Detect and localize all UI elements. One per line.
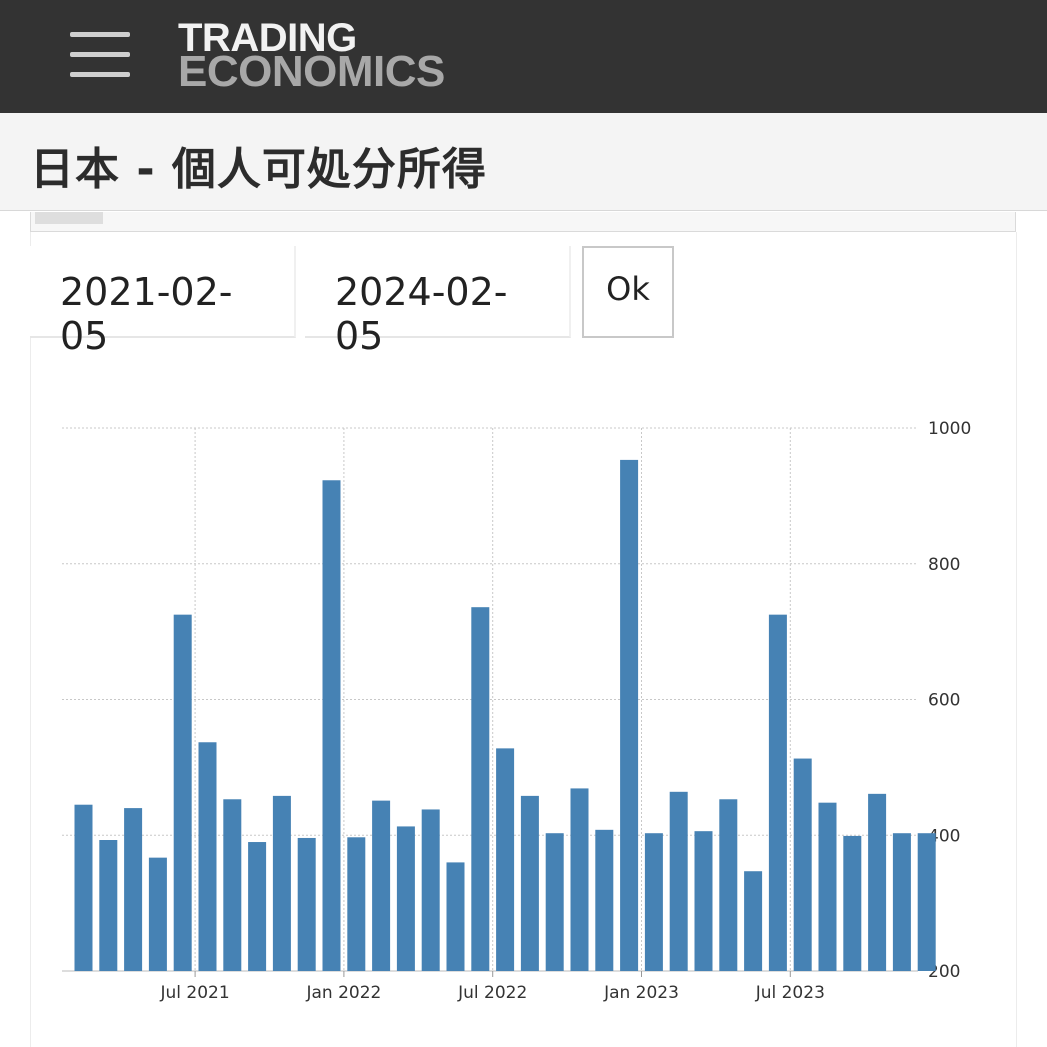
bar [74,804,93,971]
y-tick-label: 600 [928,691,960,711]
bar [694,831,713,971]
bar [322,480,341,971]
bar [868,793,887,971]
bar [248,842,267,971]
y-tick-label: 1000 [928,419,971,439]
bar [99,840,118,971]
bar [818,802,837,971]
bar [272,795,291,971]
bar [148,857,167,971]
bar [124,808,143,971]
bar [719,799,738,971]
bar [396,826,415,971]
x-tick-label: Jan 2022 [305,983,381,1003]
bar [347,837,366,971]
bar [520,795,539,971]
bar [793,758,812,971]
bar [421,809,440,971]
bar [545,833,564,971]
bar [446,862,465,971]
bar-chart: 2004006008001000Jul 2021 Jan 2022 Jul 2022… [62,419,971,1003]
bar [173,614,192,971]
x-tick-label: Jan 2023 [603,983,679,1003]
bar [471,607,490,971]
bar [669,791,688,971]
bar [843,835,862,971]
bar [644,833,663,971]
bar [198,742,217,971]
bar [297,837,316,971]
bar [372,800,391,971]
x-tick-label: Jul 2021 [160,983,230,1003]
bar [620,459,639,971]
bar [917,833,936,971]
bar [570,788,589,971]
y-tick-label: 800 [928,555,960,575]
bar [768,614,787,971]
bar [496,748,515,971]
bar [595,829,614,971]
x-tick-label: Jul 2023 [755,983,825,1003]
bar [223,799,242,971]
bar [892,833,911,971]
bar [744,871,763,971]
x-tick-label: Jul 2022 [457,983,527,1003]
